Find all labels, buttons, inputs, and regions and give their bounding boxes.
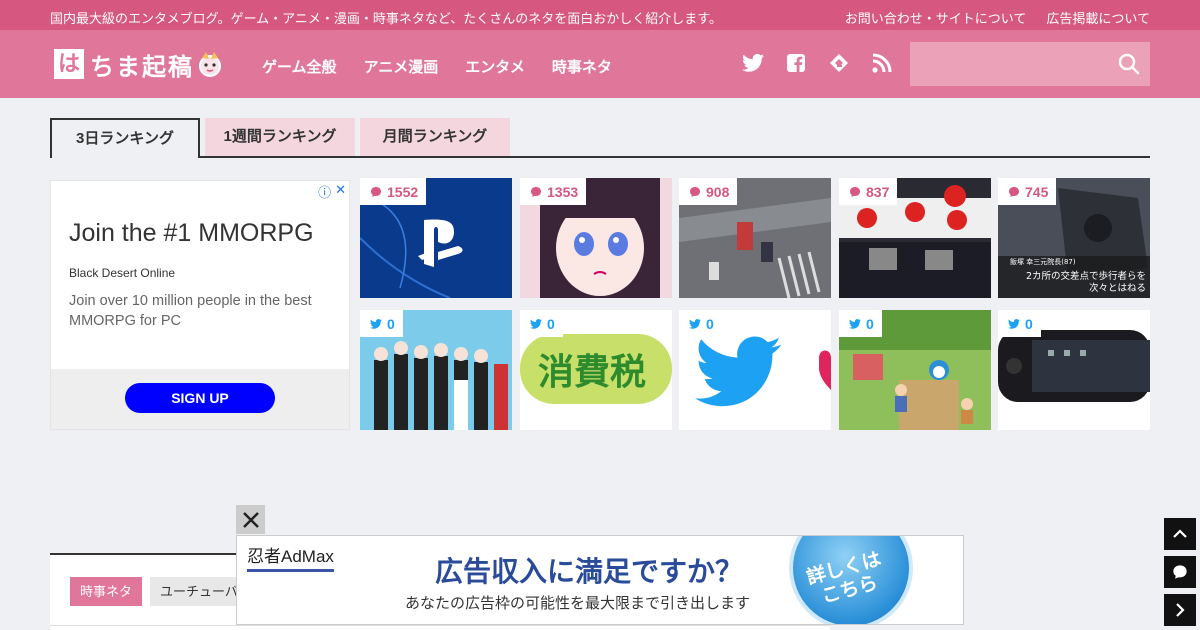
tab-3day-ranking[interactable]: 3日ランキング: [50, 118, 200, 158]
next-button[interactable]: [1164, 594, 1196, 626]
comment-count: 745: [1025, 183, 1049, 200]
logo-mark: は: [54, 49, 84, 79]
top-links: お問い合わせ・サイトについて 広告掲載について: [845, 8, 1150, 27]
top-bar: 国内最大級のエンタメブログ。ゲーム・アニメ・漫画・時事ネタなど、たくさんのネタを…: [0, 0, 1200, 30]
search-box: [910, 42, 1150, 86]
comment-count: 908: [706, 183, 730, 200]
twitter-icon: [1008, 318, 1020, 329]
scroll-top-button[interactable]: [1164, 518, 1196, 550]
ranking-grid: 1552 1353 908 837 2カ所の交差点で歩行者らを 次々とはねる 飯…: [360, 178, 1150, 430]
tweet-count: 0: [387, 315, 395, 332]
mascot-icon: [199, 52, 221, 77]
twitter-icon: [849, 318, 861, 329]
main-nav: ゲーム全般 アニメ漫画 エンタメ 時事ネタ: [262, 56, 612, 77]
comment-count-badge: 745: [998, 178, 1057, 205]
tweet-count-badge: 0: [520, 310, 563, 337]
advertising-link[interactable]: 広告掲載について: [1046, 8, 1150, 27]
admax-details-button[interactable]: 詳しくは こちら: [789, 536, 913, 624]
twitter-icon: [370, 318, 382, 329]
facebook-icon[interactable]: [785, 52, 807, 74]
tab-weekly-ranking[interactable]: 1週間ランキング: [205, 118, 355, 156]
comment-count: 837: [866, 183, 890, 200]
nav-games[interactable]: ゲーム全般: [262, 56, 337, 77]
ad-info-controls: ⓘ ✕: [318, 182, 346, 201]
rss-icon[interactable]: [871, 52, 893, 74]
ranking-card[interactable]: 0: [679, 310, 831, 430]
banner-close-button[interactable]: [236, 505, 265, 534]
chevron-up-icon: [1173, 529, 1187, 538]
comment-icon: [1173, 565, 1187, 579]
ad-title: Join the #1 MMORPG: [69, 219, 314, 247]
news-name-tag: 飯塚 幸三元院長(87): [1010, 257, 1076, 266]
nav-entertainment[interactable]: エンタメ: [465, 56, 525, 77]
tweet-count-badge: 0: [679, 310, 722, 337]
admax-details-label: 詳しくは こちら: [805, 549, 890, 611]
ranking-card[interactable]: 消費税 0: [520, 310, 672, 430]
twitter-icon: [530, 318, 542, 329]
ranking-tabs: 3日ランキング 1週間ランキング 月間ランキング: [50, 118, 1150, 158]
ad-close-icon[interactable]: ✕: [335, 182, 346, 201]
logo-text: ちま起稿: [90, 52, 194, 81]
divider: [50, 625, 830, 626]
nav-anime-manga[interactable]: アニメ漫画: [364, 56, 439, 77]
contact-link[interactable]: お問い合わせ・サイトについて: [845, 8, 1027, 27]
twitter-icon: [689, 318, 701, 329]
admax-headline: 広告収入に満足ですか？: [435, 556, 744, 587]
ad-footer: SIGN UP: [51, 369, 349, 429]
signup-button[interactable]: SIGN UP: [125, 383, 275, 413]
feedly-icon[interactable]: [828, 52, 850, 74]
close-icon: [242, 511, 259, 528]
comment-icon: [531, 186, 541, 197]
mmorpg-ad[interactable]: ⓘ ✕ Join the #1 MMORPG Black Desert Onli…: [50, 180, 350, 430]
ranking-card[interactable]: 0: [998, 310, 1150, 430]
social-links: [742, 52, 893, 74]
search-icon[interactable]: [1118, 53, 1140, 75]
chevron-right-icon: [1176, 603, 1185, 617]
article-tag[interactable]: ユーチューバ: [150, 577, 248, 606]
twitter-icon[interactable]: [742, 52, 764, 74]
ranking-card[interactable]: 1353: [520, 178, 672, 298]
comment-button[interactable]: [1164, 556, 1196, 588]
search-input[interactable]: [910, 42, 1110, 86]
tab-monthly-ranking[interactable]: 月間ランキング: [360, 118, 510, 156]
tweet-count: 0: [866, 315, 874, 332]
tweet-count-badge: 0: [998, 310, 1041, 337]
site-logo[interactable]: は ちま起稿: [54, 47, 224, 81]
tweet-count: 0: [547, 315, 555, 332]
tweet-count-badge: 0: [839, 310, 882, 337]
news-caption-line-1: 2カ所の交差点で歩行者らを: [1026, 270, 1146, 282]
admax-brand: 忍者AdMax: [247, 542, 334, 572]
site-tagline: 国内最大級のエンタメブログ。ゲーム・アニメ・漫画・時事ネタなど、たくさんのネタを…: [50, 11, 722, 26]
comment-count-badge: 1353: [520, 178, 587, 205]
ranking-card[interactable]: 1552: [360, 178, 512, 298]
comment-icon: [850, 186, 860, 197]
ranking-card[interactable]: 0: [839, 310, 991, 430]
tweet-count-badge: 0: [360, 310, 403, 337]
tweet-count: 0: [706, 315, 714, 332]
ranking-card[interactable]: 2カ所の交差点で歩行者らを 次々とはねる 飯塚 幸三元院長(87) 745: [998, 178, 1150, 298]
site-header: は ちま起稿 ゲーム全般 アニメ漫画 エンタメ 時事ネタ: [0, 30, 1200, 98]
category-tag[interactable]: 時事ネタ: [70, 577, 143, 606]
comment-icon: [371, 186, 381, 197]
ranking-card[interactable]: 908: [679, 178, 831, 298]
ranking-card[interactable]: 0: [360, 310, 512, 430]
comment-count-badge: 908: [679, 178, 738, 205]
nav-current-events[interactable]: 時事ネタ: [552, 56, 612, 77]
thumbnail-text: 消費税: [538, 352, 646, 393]
comment-count: 1353: [547, 183, 579, 200]
news-caption-line-2: 次々とはねる: [1089, 282, 1146, 294]
ad-choices-icon[interactable]: ⓘ: [318, 182, 331, 201]
comment-icon: [1009, 186, 1019, 197]
ranking-card[interactable]: 837: [839, 178, 991, 298]
admax-subtext: あなたの広告枠の可能性を最大限まで引き出します: [405, 595, 751, 612]
comment-count: 1552: [387, 183, 419, 200]
ad-brand: Black Desert Online: [69, 266, 176, 280]
comment-count-badge: 837: [839, 178, 898, 205]
comment-icon: [690, 186, 700, 197]
admax-banner[interactable]: 忍者AdMax 広告収入に満足ですか？ あなたの広告枠の可能性を最大限まで引き出…: [236, 535, 964, 625]
ad-description: Join over 10 million people in the best …: [69, 293, 312, 329]
comment-count-badge: 1552: [360, 178, 427, 205]
tweet-count: 0: [1025, 315, 1033, 332]
